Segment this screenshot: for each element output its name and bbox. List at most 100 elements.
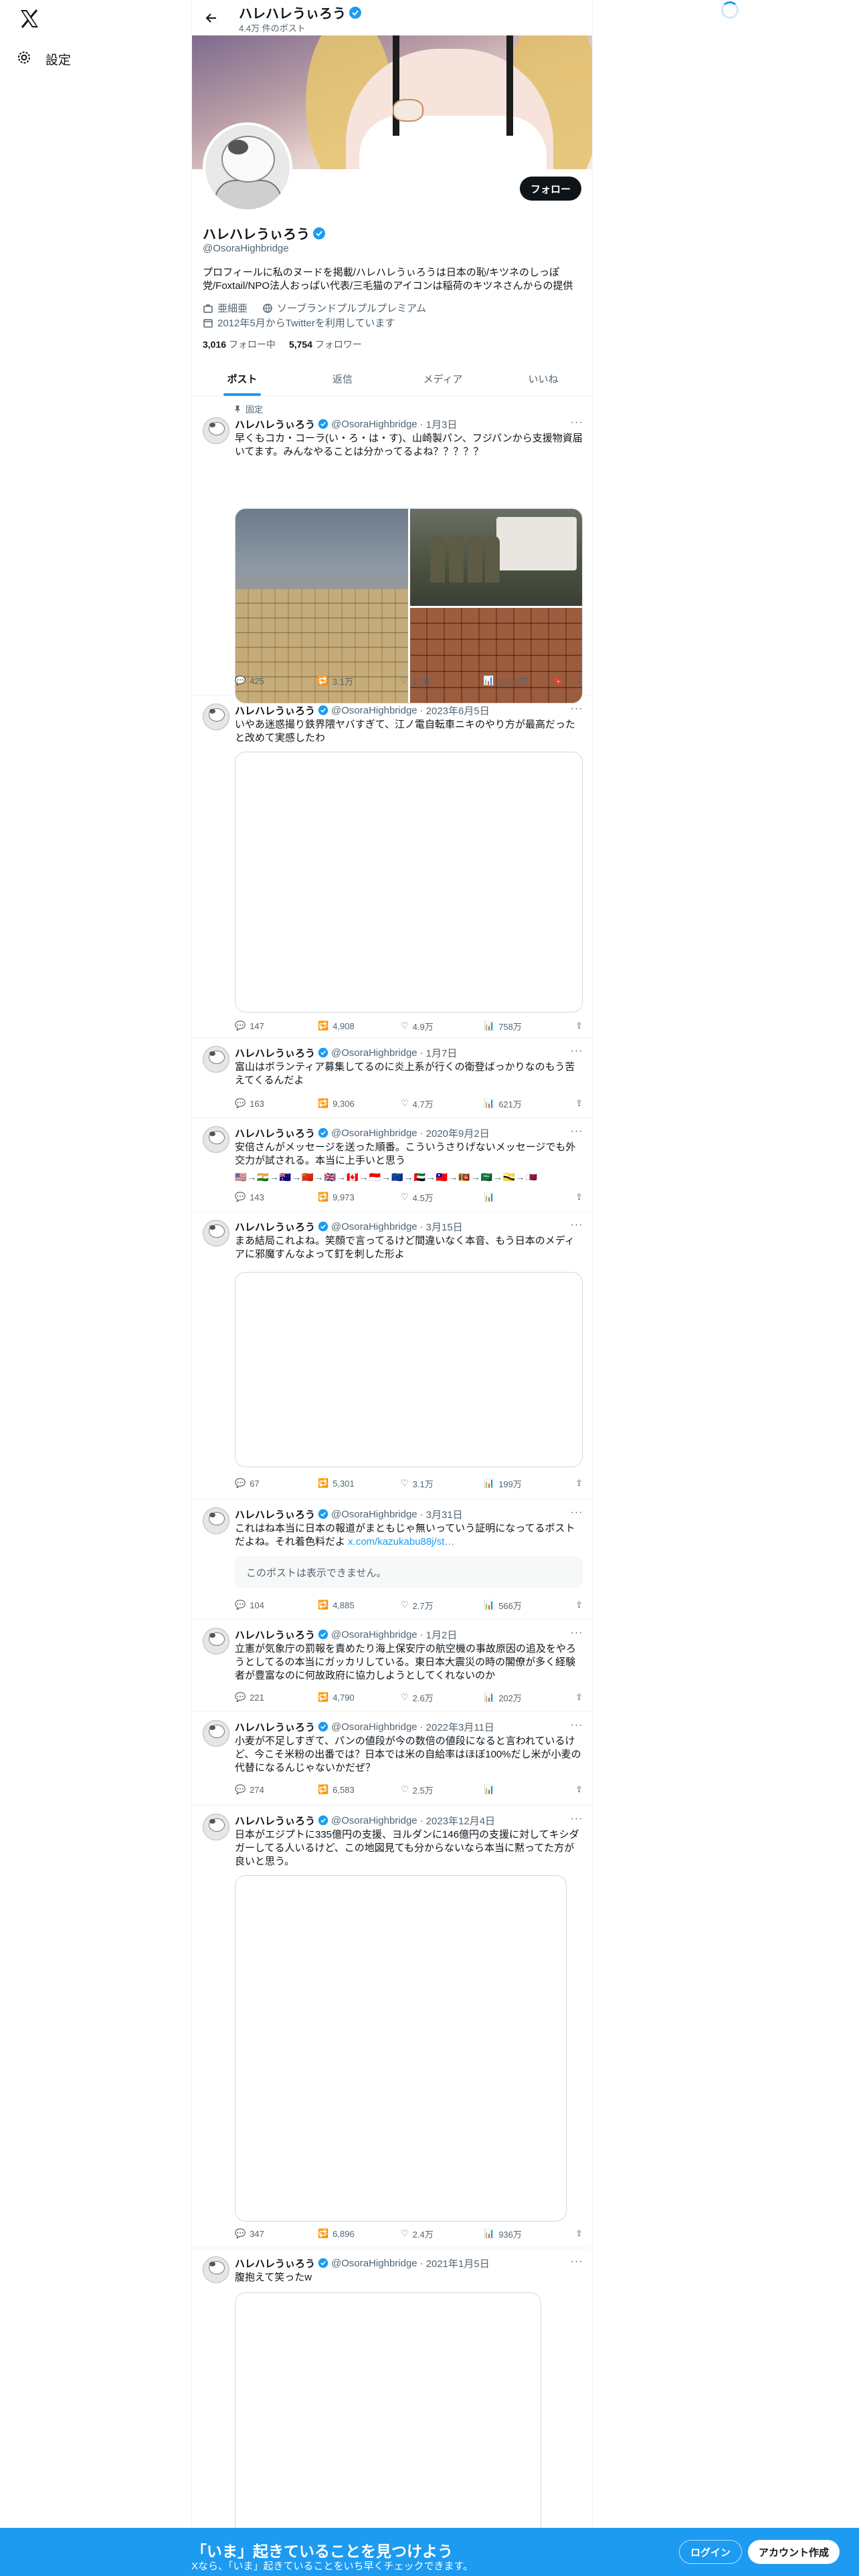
tweet-photo[interactable] bbox=[410, 608, 582, 703]
retweet-button[interactable]: 🔁 4,908 bbox=[318, 1021, 401, 1031]
tweet-date[interactable]: 3月15日 bbox=[426, 1220, 463, 1234]
tweet-media[interactable] bbox=[235, 1272, 583, 1467]
views-button[interactable]: 📊 199万 bbox=[484, 1477, 553, 1490]
views-button[interactable]: 📊 bbox=[484, 1192, 553, 1202]
tweet-media[interactable] bbox=[235, 752, 583, 1012]
tweet-author-name[interactable]: ハレハレうぃろう bbox=[235, 1220, 315, 1234]
tweet-avatar[interactable] bbox=[203, 704, 229, 730]
tweet-avatar[interactable] bbox=[203, 1126, 229, 1153]
tweet-author-name[interactable]: ハレハレうぃろう bbox=[235, 1814, 315, 1828]
tweet-author-name[interactable]: ハレハレうぃろう bbox=[235, 1507, 315, 1521]
tweet-avatar[interactable] bbox=[203, 1814, 229, 1840]
tweet-date[interactable]: 2023年6月5日 bbox=[426, 704, 490, 718]
tweet[interactable]: ハレハレうぃろう @OsoraHighbridge · 3月15日 ··· まあ… bbox=[192, 1212, 592, 1499]
retweet-button[interactable]: 🔁 5,301 bbox=[318, 1478, 401, 1489]
more-options-icon[interactable]: ··· bbox=[569, 1719, 584, 1732]
like-button[interactable]: ♡ 4.7万 bbox=[401, 1097, 484, 1110]
follow-button[interactable]: フォロー bbox=[519, 177, 581, 201]
tweet-author-handle[interactable]: @OsoraHighbridge bbox=[331, 2258, 417, 2269]
views-button[interactable]: 📊 758万 bbox=[484, 1020, 553, 1033]
nav-settings[interactable]: 設定 bbox=[16, 45, 71, 72]
retweet-button[interactable]: 🔁 3.1万 bbox=[318, 675, 401, 687]
more-options-icon[interactable]: ··· bbox=[569, 1125, 584, 1138]
tab-likes[interactable]: いいね bbox=[493, 361, 592, 396]
like-button[interactable]: ♡ 2.4万 bbox=[401, 2228, 484, 2240]
tweet-author-name[interactable]: ハレハレうぃろう bbox=[235, 1046, 315, 1060]
tweet-author-name[interactable]: ハレハレうぃろう bbox=[235, 1126, 315, 1140]
views-button[interactable]: 📊 bbox=[484, 1784, 553, 1795]
tweet-date[interactable]: 2021年1月5日 bbox=[426, 2256, 490, 2270]
retweet-button[interactable]: 🔁 9,306 bbox=[318, 1098, 401, 1109]
share-icon[interactable]: ⇪ bbox=[575, 1692, 583, 1703]
more-options-icon[interactable]: ··· bbox=[569, 2255, 584, 2268]
share-icon[interactable]: ⇪ bbox=[575, 1192, 583, 1202]
like-button[interactable]: ♡ 4.5万 bbox=[401, 1191, 484, 1204]
back-button[interactable] bbox=[200, 7, 223, 29]
views-button[interactable]: 📊 566万 bbox=[484, 1599, 553, 1612]
tweet-author-handle[interactable]: @OsoraHighbridge bbox=[331, 1221, 417, 1232]
tweet[interactable]: ハレハレうぃろう @OsoraHighbridge · 3月31日 ··· これ… bbox=[192, 1499, 592, 1620]
share-icon[interactable]: ⇪ bbox=[575, 1021, 583, 1031]
reply-button[interactable]: 💬 163 bbox=[235, 1098, 318, 1109]
tweet-photo[interactable] bbox=[410, 509, 582, 606]
signup-button[interactable]: アカウント作成 bbox=[748, 2540, 840, 2564]
tweet-avatar[interactable] bbox=[203, 1220, 229, 1247]
following-link[interactable]: 3,016 フォロー中 bbox=[203, 338, 276, 351]
more-options-icon[interactable]: ··· bbox=[569, 1812, 584, 1826]
tweet-avatar[interactable] bbox=[203, 1046, 229, 1073]
tweet-date[interactable]: 1月3日 bbox=[426, 417, 458, 431]
tweet[interactable]: ハレハレうぃろう @OsoraHighbridge · 2023年6月5日 ··… bbox=[192, 695, 592, 1038]
more-options-icon[interactable]: ··· bbox=[569, 416, 584, 429]
like-button[interactable]: ♡ 3.1万 bbox=[401, 1477, 484, 1490]
retweet-button[interactable]: 🔁 4,790 bbox=[318, 1692, 401, 1703]
more-options-icon[interactable]: ··· bbox=[569, 702, 584, 716]
reply-button[interactable]: 💬 104 bbox=[235, 1600, 318, 1610]
reply-button[interactable]: 💬 347 bbox=[235, 2228, 318, 2239]
tweet[interactable]: ハレハレうぃろう @OsoraHighbridge · 2023年12月4日 ·… bbox=[192, 1806, 592, 2248]
tweet[interactable]: ハレハレうぃろう @OsoraHighbridge · 2020年9月2日 ··… bbox=[192, 1118, 592, 1212]
like-button[interactable]: ♡ 2.5万 bbox=[401, 1784, 484, 1796]
retweet-button[interactable]: 🔁 4,885 bbox=[318, 1600, 401, 1610]
tweet-avatar[interactable] bbox=[203, 1628, 229, 1654]
x-logo-icon[interactable] bbox=[17, 7, 41, 31]
tweet[interactable]: ハレハレうぃろう @OsoraHighbridge · 1月3日 ··· 早くも… bbox=[192, 409, 592, 704]
tweet-avatar[interactable] bbox=[203, 1507, 229, 1534]
tweet-date[interactable]: 3月31日 bbox=[426, 1507, 463, 1521]
bookmark-icon[interactable]: 🔖 bbox=[553, 675, 563, 686]
reply-button[interactable]: 💬 67 bbox=[235, 1478, 318, 1489]
views-button[interactable]: 📊 621万 bbox=[484, 1097, 553, 1110]
followers-link[interactable]: 5,754 フォロワー bbox=[289, 338, 362, 351]
tweet[interactable]: ハレハレうぃろう @OsoraHighbridge · 1月2日 ··· 立憲が… bbox=[192, 1620, 592, 1712]
tweet[interactable]: ハレハレうぃろう @OsoraHighbridge · 1月7日 ··· 富山は… bbox=[192, 1038, 592, 1118]
more-options-icon[interactable]: ··· bbox=[569, 1218, 584, 1232]
profile-avatar[interactable] bbox=[203, 122, 292, 212]
retweet-button[interactable]: 🔁 6,583 bbox=[318, 1784, 401, 1795]
share-icon[interactable]: ⇪ bbox=[575, 2228, 583, 2239]
retweet-button[interactable]: 🔁 9,973 bbox=[318, 1192, 401, 1202]
like-button[interactable]: ♡ 17万 bbox=[400, 675, 483, 687]
more-options-icon[interactable]: ··· bbox=[569, 1626, 584, 1640]
tweet-avatar[interactable] bbox=[203, 417, 229, 444]
reply-button[interactable]: 💬 425 bbox=[235, 675, 318, 686]
tweet-date[interactable]: 2020年9月2日 bbox=[426, 1126, 490, 1140]
tweet-author-handle[interactable]: @OsoraHighbridge bbox=[331, 1815, 417, 1826]
tweet-author-handle[interactable]: @OsoraHighbridge bbox=[331, 1629, 417, 1640]
tweet[interactable]: ハレハレうぃろう @OsoraHighbridge · 2022年3月11日 ·… bbox=[192, 1712, 592, 1806]
tweet-date[interactable]: 2023年12月4日 bbox=[426, 1814, 495, 1828]
tweet-author-handle[interactable]: @OsoraHighbridge bbox=[331, 1128, 417, 1139]
more-options-icon[interactable]: ··· bbox=[569, 1045, 584, 1058]
share-icon[interactable]: ⇪ bbox=[575, 1098, 583, 1109]
views-button[interactable]: 📊 202万 bbox=[484, 1691, 553, 1704]
like-button[interactable]: ♡ 2.7万 bbox=[401, 1599, 484, 1612]
login-button[interactable]: ログイン bbox=[679, 2540, 743, 2564]
retweet-button[interactable]: 🔁 6,896 bbox=[318, 2228, 401, 2239]
tab-replies[interactable]: 返信 bbox=[292, 361, 393, 396]
tab-media[interactable]: メディア bbox=[393, 361, 493, 396]
tweet[interactable]: ハレハレうぃろう @OsoraHighbridge · 2021年1月5日 ··… bbox=[192, 2248, 592, 2576]
tweet-date[interactable]: 2022年3月11日 bbox=[426, 1720, 494, 1734]
tweet-avatar[interactable] bbox=[203, 2256, 229, 2283]
tweet-author-handle[interactable]: @OsoraHighbridge bbox=[331, 419, 417, 430]
tweet-author-handle[interactable]: @OsoraHighbridge bbox=[331, 1047, 417, 1059]
reply-button[interactable]: 💬 274 bbox=[235, 1784, 318, 1795]
tweet-author-name[interactable]: ハレハレうぃろう bbox=[235, 704, 315, 718]
